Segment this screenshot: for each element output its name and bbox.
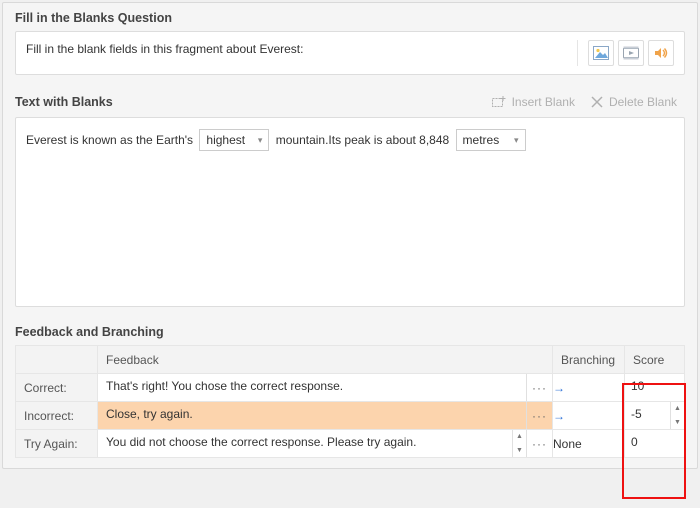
blanks-editor[interactable]: Everest is known as the Earth's highest …: [15, 117, 685, 307]
insert-blank-button[interactable]: Insert Blank: [484, 93, 583, 111]
row-label-correct: Correct:: [16, 374, 98, 402]
score-spinner[interactable]: ▲ ▼: [670, 402, 684, 429]
image-icon: [593, 46, 609, 60]
feedback-text-tryagain[interactable]: You did not choose the correct response.…: [98, 430, 512, 457]
media-toolbar: [577, 40, 674, 66]
question-section-title: Fill in the Blanks Question: [3, 3, 697, 31]
table-row-correct: Correct: That's right! You chose the cor…: [16, 374, 685, 402]
blank-1-select[interactable]: highest ▾: [199, 129, 269, 151]
blank-2-select[interactable]: metres ▾: [456, 129, 526, 151]
score-tryagain[interactable]: 0: [625, 430, 684, 457]
video-icon: [623, 46, 639, 60]
branching-tryagain[interactable]: None: [553, 430, 625, 458]
row-label-tryagain: Try Again:: [16, 430, 98, 458]
table-header-row: Feedback Branching Score: [16, 346, 685, 374]
attempts-spinner[interactable]: ▲ ▼: [512, 430, 526, 457]
feedback-options-button[interactable]: ···: [526, 374, 552, 401]
arrow-right-icon: →: [553, 409, 565, 423]
delete-blank-button[interactable]: Delete Blank: [583, 93, 685, 111]
delete-blank-icon: [591, 96, 603, 108]
table-row-tryagain: Try Again: You did not choose the correc…: [16, 430, 685, 458]
spinner-down-icon[interactable]: ▼: [671, 416, 684, 430]
spinner-down-icon[interactable]: ▼: [513, 444, 526, 458]
feedback-options-button[interactable]: ···: [526, 430, 552, 457]
feedback-options-button[interactable]: ···: [526, 402, 552, 429]
score-incorrect[interactable]: -5: [625, 402, 670, 429]
score-correct[interactable]: 10: [625, 374, 684, 401]
feedback-text-incorrect[interactable]: Close, try again.: [98, 402, 526, 429]
header-feedback: Feedback: [98, 346, 553, 374]
audio-icon: [653, 46, 669, 60]
insert-image-button[interactable]: [588, 40, 614, 66]
row-label-incorrect: Incorrect:: [16, 402, 98, 430]
feedback-text-correct[interactable]: That's right! You chose the correct resp…: [98, 374, 526, 401]
blanks-section-title: Text with Blanks: [15, 95, 484, 109]
table-row-incorrect: Incorrect: Close, try again. ··· → -5 ▲ …: [16, 402, 685, 430]
chevron-down-icon: ▾: [514, 128, 519, 152]
blank-text-segment: mountain.Its peak is about 8,848: [276, 133, 449, 147]
branching-incorrect[interactable]: →: [553, 402, 625, 430]
blank-text-segment: Everest is known as the Earth's: [26, 133, 193, 147]
feedback-section-title: Feedback and Branching: [3, 317, 697, 345]
arrow-right-icon: →: [553, 381, 565, 395]
question-box: Fill in the blank fields in this fragmen…: [15, 31, 685, 75]
insert-video-button[interactable]: [618, 40, 644, 66]
feedback-table: Feedback Branching Score Correct: That's…: [15, 345, 685, 458]
header-score: Score: [625, 346, 685, 374]
spinner-up-icon[interactable]: ▲: [513, 430, 526, 444]
insert-audio-button[interactable]: [648, 40, 674, 66]
spinner-up-icon[interactable]: ▲: [671, 402, 684, 416]
question-prompt[interactable]: Fill in the blank fields in this fragmen…: [26, 40, 567, 56]
branching-correct[interactable]: →: [553, 374, 625, 402]
chevron-down-icon: ▾: [258, 128, 263, 152]
header-branching: Branching: [553, 346, 625, 374]
insert-blank-icon: [492, 96, 506, 108]
